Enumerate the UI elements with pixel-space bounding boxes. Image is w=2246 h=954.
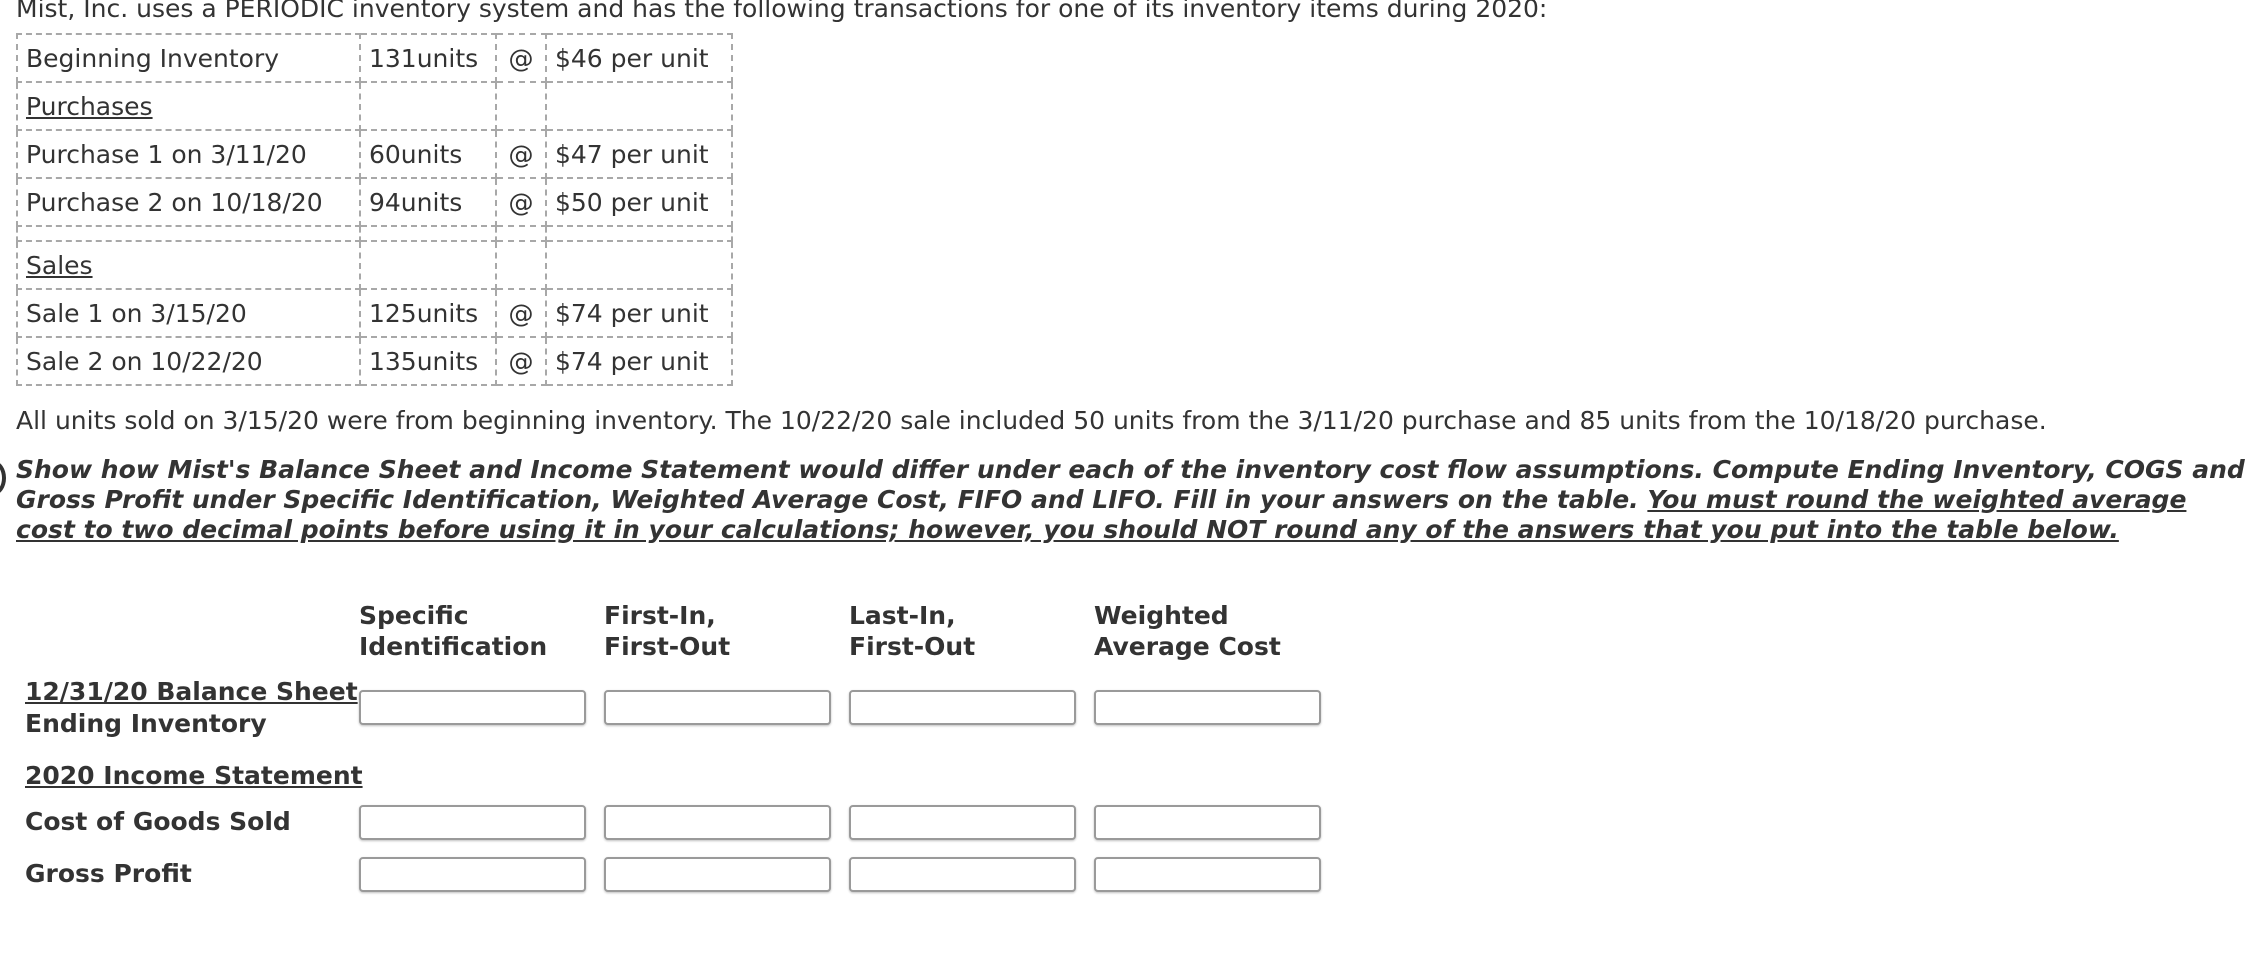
table-row: Purchase 2 on 10/18/20 94units @ $50 per… bbox=[16, 177, 733, 227]
empty-cell bbox=[495, 81, 547, 131]
empty-cell bbox=[545, 81, 733, 131]
price-cell: $50 per unit bbox=[545, 177, 733, 227]
row-label: Sale 2 on 10/22/20 bbox=[16, 336, 361, 386]
income-statement-heading: 2020 Income Statement bbox=[25, 761, 363, 790]
balance-sheet-heading: 12/31/20 Balance Sheet bbox=[25, 677, 358, 706]
table-row: Purchase 1 on 3/11/20 60units @ $47 per … bbox=[16, 129, 733, 179]
empty-cell bbox=[359, 240, 497, 290]
sales-note: All units sold on 3/15/20 were from begi… bbox=[16, 406, 2047, 435]
question-text: Show how Mist's Balance Sheet and Income… bbox=[16, 455, 2246, 545]
ending-inventory-label: Ending Inventory bbox=[25, 709, 267, 738]
empty-cell bbox=[16, 225, 361, 242]
ending-inventory-fifo-input[interactable] bbox=[604, 690, 831, 725]
table-row: Sale 2 on 10/22/20 135units @ $74 per un… bbox=[16, 336, 733, 386]
price-cell: $46 per unit bbox=[545, 33, 733, 83]
sales-heading: Sales bbox=[16, 240, 361, 290]
ending-inventory-specific-id-input[interactable] bbox=[359, 690, 586, 725]
at-cell: @ bbox=[495, 288, 547, 338]
gross-profit-lifo-input[interactable] bbox=[849, 857, 1076, 892]
row-label: Sale 1 on 3/15/20 bbox=[16, 288, 361, 338]
table-row: Purchases bbox=[16, 81, 733, 131]
ending-inventory-lifo-input[interactable] bbox=[849, 690, 1076, 725]
cogs-weighted-average-input[interactable] bbox=[1094, 805, 1321, 840]
column-header-line: First-Out bbox=[604, 632, 731, 661]
table-row: Sale 1 on 3/15/20 125units @ $74 per uni… bbox=[16, 288, 733, 338]
cogs-lifo-input[interactable] bbox=[849, 805, 1076, 840]
spacer-row bbox=[16, 225, 733, 242]
ending-inventory-weighted-average-input[interactable] bbox=[1094, 690, 1321, 725]
row-label: Purchase 2 on 10/18/20 bbox=[16, 177, 361, 227]
column-header-line: Last-In, bbox=[849, 601, 956, 630]
gross-profit-specific-id-input[interactable] bbox=[359, 857, 586, 892]
empty-cell bbox=[545, 225, 733, 242]
row-label: Beginning Inventory bbox=[16, 33, 361, 83]
cogs-specific-id-input[interactable] bbox=[359, 805, 586, 840]
column-header-line: Identification bbox=[359, 632, 548, 661]
column-header-line: Specific bbox=[359, 601, 469, 630]
column-header-specific-id: Specific Identification bbox=[359, 600, 547, 662]
sales-heading-text: Sales bbox=[26, 250, 93, 280]
units-cell: 60units bbox=[359, 129, 497, 179]
gross-profit-label: Gross Profit bbox=[25, 859, 192, 888]
balance-sheet-label: 12/31/20 Balance Sheet Ending Inventory bbox=[25, 676, 358, 740]
row-label: Purchase 1 on 3/11/20 bbox=[16, 129, 361, 179]
units-cell: 135units bbox=[359, 336, 497, 386]
column-header-line: Average Cost bbox=[1094, 632, 1281, 661]
empty-cell bbox=[359, 225, 497, 242]
transactions-table: Beginning Inventory 131units @ $46 per u… bbox=[16, 33, 733, 386]
empty-cell bbox=[545, 240, 733, 290]
empty-cell bbox=[359, 81, 497, 131]
gross-profit-fifo-input[interactable] bbox=[604, 857, 831, 892]
cogs-label: Cost of Goods Sold bbox=[25, 807, 291, 836]
purchases-heading: Purchases bbox=[16, 81, 361, 131]
column-header-line: First-Out bbox=[849, 632, 976, 661]
purchases-heading-text: Purchases bbox=[26, 91, 153, 121]
column-header-line: First-In, bbox=[604, 601, 716, 630]
units-cell: 125units bbox=[359, 288, 497, 338]
table-row: Sales bbox=[16, 240, 733, 290]
intro-text: Mist, Inc. uses a PERIODIC inventory sys… bbox=[16, 0, 1548, 23]
gross-profit-weighted-average-input[interactable] bbox=[1094, 857, 1321, 892]
at-cell: @ bbox=[495, 177, 547, 227]
units-cell: 94units bbox=[359, 177, 497, 227]
at-cell: @ bbox=[495, 129, 547, 179]
column-header-weighted-average: Weighted Average Cost bbox=[1094, 600, 1281, 662]
price-cell: $74 per unit bbox=[545, 288, 733, 338]
table-row: Beginning Inventory 131units @ $46 per u… bbox=[16, 33, 733, 83]
empty-cell bbox=[495, 225, 547, 242]
at-cell: @ bbox=[495, 336, 547, 386]
cogs-fifo-input[interactable] bbox=[604, 805, 831, 840]
empty-cell bbox=[495, 240, 547, 290]
at-cell: @ bbox=[495, 33, 547, 83]
price-cell: $74 per unit bbox=[545, 336, 733, 386]
column-header-lifo: Last-In, First-Out bbox=[849, 600, 975, 662]
question-marker-icon bbox=[0, 461, 6, 495]
column-header-fifo: First-In, First-Out bbox=[604, 600, 730, 662]
units-cell: 131units bbox=[359, 33, 497, 83]
price-cell: $47 per unit bbox=[545, 129, 733, 179]
column-header-line: Weighted bbox=[1094, 601, 1229, 630]
